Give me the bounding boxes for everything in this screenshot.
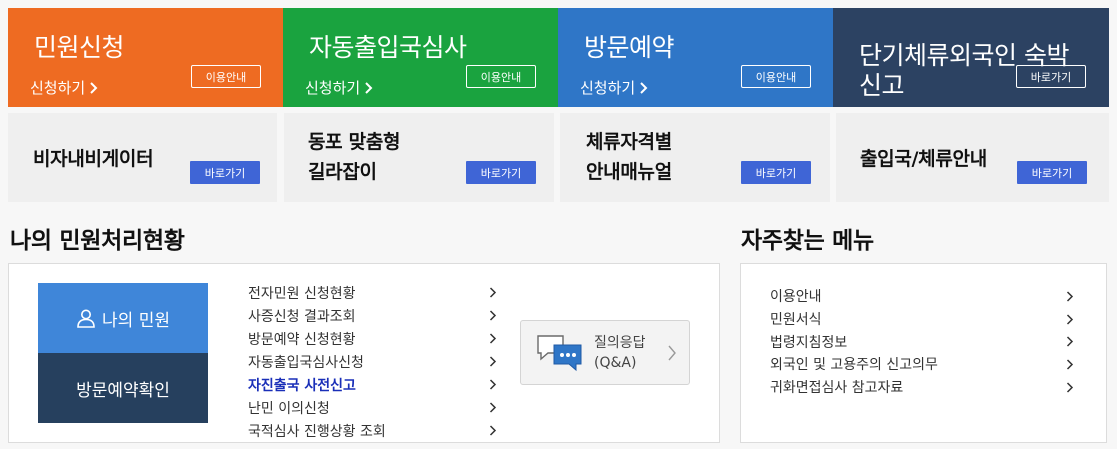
tile-immigration-info[interactable]: 출입국/체류안내 바로가기 <box>836 113 1109 202</box>
tile-civil-application[interactable]: 민원신청 신청하기 이용안내 <box>8 8 283 107</box>
tile-title: 방문예약 <box>584 33 675 62</box>
qa-label: 질의응답 (Q&A) <box>594 333 646 373</box>
shortcut-button[interactable]: 바로가기 <box>466 161 536 184</box>
apply-link-label: 신청하기 <box>305 79 361 97</box>
visit-check-button[interactable]: 방문예약확인 <box>38 353 208 423</box>
tile-title-line2: 안내매뉴얼 <box>586 161 672 183</box>
tile-title-line1: 동포 맞춤형 <box>308 131 401 153</box>
qa-label-line1: 질의응답 <box>594 335 646 351</box>
chevron-right-icon <box>640 81 648 94</box>
tile-title: 비자내비게이터 <box>33 148 154 170</box>
status-item-auto-immigration[interactable]: 자동출입국심사신청 <box>248 350 503 373</box>
my-civil-label: 나의 민원 <box>102 310 170 331</box>
status-item-label: 자진출국 사전신고 <box>248 377 356 394</box>
usage-guide-button[interactable]: 이용안내 <box>191 65 261 88</box>
status-item-nationality-review[interactable]: 국적심사 진행상황 조회 <box>248 419 503 442</box>
freq-item-naturalization-interview[interactable]: 귀화면접심사 참고자료 <box>770 376 1080 399</box>
status-item-voluntary-departure[interactable]: 자진출국 사전신고 <box>248 373 503 396</box>
freq-item-usage-guide[interactable]: 이용안내 <box>770 285 1080 308</box>
tile-title-line1: 체류자격별 <box>586 131 672 153</box>
shortcut-button[interactable]: 바로가기 <box>190 161 260 184</box>
shortcut-button[interactable]: 바로가기 <box>741 161 811 184</box>
freq-item-law-guidelines[interactable]: 법령지침정보 <box>770 330 1080 353</box>
apply-link[interactable]: 신청하기 <box>580 77 648 98</box>
status-item-label: 자동출입국심사신청 <box>248 354 364 371</box>
chevron-right-icon <box>489 287 497 298</box>
freq-section-title: 자주찾는 메뉴 <box>741 228 874 254</box>
chevron-right-icon <box>1066 336 1074 347</box>
chevron-right-icon <box>1066 291 1074 302</box>
status-item-visa-result[interactable]: 사증신청 결과조회 <box>248 304 503 327</box>
freq-item-label: 외국인 및 고용주의 신고의무 <box>770 357 938 374</box>
qa-label-line2: (Q&A) <box>594 355 637 371</box>
apply-link[interactable]: 신청하기 <box>30 77 98 98</box>
shortcut-button[interactable]: 바로가기 <box>1016 65 1086 88</box>
apply-link[interactable]: 신청하기 <box>305 77 373 98</box>
chevron-right-icon <box>489 356 497 367</box>
apply-link-label: 신청하기 <box>580 79 636 97</box>
tile-title: 체류자격별 안내매뉴얼 <box>586 127 672 187</box>
tile-visit-reservation[interactable]: 방문예약 신청하기 이용안내 <box>558 8 833 107</box>
chevron-right-icon <box>489 379 497 390</box>
user-icon <box>77 309 95 328</box>
freq-item-report-duty[interactable]: 외국인 및 고용주의 신고의무 <box>770 353 1080 376</box>
shortcut-button[interactable]: 바로가기 <box>1017 161 1087 184</box>
tile-title: 자동출입국심사 <box>309 33 467 62</box>
freq-item-label: 이용안내 <box>770 289 822 306</box>
tile-visa-navigator[interactable]: 비자내비게이터 바로가기 <box>8 113 277 202</box>
freq-item-label: 민원서식 <box>770 312 822 329</box>
freq-item-label: 법령지침정보 <box>770 334 848 351</box>
usage-guide-button[interactable]: 이용안내 <box>741 65 811 88</box>
status-item-label: 난민 이의신청 <box>248 400 330 417</box>
chevron-right-icon <box>489 402 497 413</box>
tile-title-line2: 길라잡이 <box>308 161 377 183</box>
status-item-label: 방문예약 신청현황 <box>248 331 356 348</box>
status-section-title: 나의 민원처리현황 <box>10 228 185 254</box>
chevron-right-icon <box>1066 359 1074 370</box>
tile-title: 민원신청 <box>34 33 125 62</box>
tile-auto-immigration[interactable]: 자동출입국심사 신청하기 이용안내 <box>283 8 558 107</box>
tile-title: 출입국/체류안내 <box>860 148 987 170</box>
tile-compatriot-guide[interactable]: 동포 맞춤형 길라잡이 바로가기 <box>284 113 554 202</box>
status-item-label: 국적심사 진행상황 조회 <box>248 423 386 440</box>
chevron-right-icon <box>489 333 497 344</box>
status-item-refugee-appeal[interactable]: 난민 이의신청 <box>248 396 503 419</box>
chevron-right-icon <box>1066 382 1074 393</box>
status-item-label: 전자민원 신청현황 <box>248 285 356 302</box>
status-item-label: 사증신청 결과조회 <box>248 308 356 325</box>
usage-guide-button[interactable]: 이용안내 <box>466 65 536 88</box>
chevron-right-icon <box>365 81 373 94</box>
chevron-right-icon <box>489 425 497 436</box>
chevron-right-icon <box>1066 314 1074 325</box>
my-civil-button[interactable]: 나의 민원 <box>38 283 208 353</box>
tile-title: 동포 맞춤형 길라잡이 <box>308 127 401 187</box>
freq-item-label: 귀화면접심사 참고자료 <box>770 380 904 397</box>
status-item-visit-reservation[interactable]: 방문예약 신청현황 <box>248 327 503 350</box>
status-list: 전자민원 신청현황 사증신청 결과조회 방문예약 신청현황 자동출입국심사신청 … <box>248 281 503 442</box>
tile-status-manual[interactable]: 체류자격별 안내매뉴얼 바로가기 <box>560 113 830 202</box>
status-item-e-civil[interactable]: 전자민원 신청현황 <box>248 281 503 304</box>
freq-list: 이용안내 민원서식 법령지침정보 외국인 및 고용주의 신고의무 귀화면접심사 … <box>770 285 1080 398</box>
tile-short-stay-report[interactable]: 단기체류외국인 숙박 신고 바로가기 <box>833 8 1109 107</box>
apply-link-label: 신청하기 <box>30 79 86 97</box>
qa-button[interactable]: 질의응답 (Q&A) <box>520 320 690 385</box>
chevron-right-icon <box>489 310 497 321</box>
chevron-right-icon <box>668 345 676 361</box>
chat-bubble-icon <box>537 335 582 372</box>
freq-item-civil-forms[interactable]: 민원서식 <box>770 308 1080 331</box>
chevron-right-icon <box>90 81 98 94</box>
